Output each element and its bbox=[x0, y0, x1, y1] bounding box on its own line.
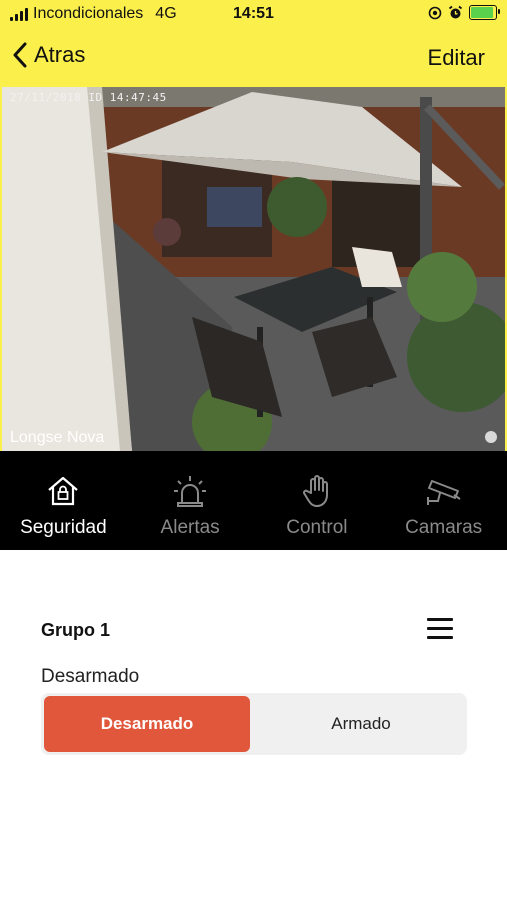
camera-name: Longse Nova bbox=[10, 429, 105, 446]
security-camera-icon bbox=[426, 480, 461, 505]
group-title: Grupo 1 bbox=[41, 620, 111, 640]
camera-feed[interactable]: 27/11/2018 ID 14:47:45 Longse Nova bbox=[0, 87, 507, 451]
status-bar: Incondicionales 4G 14:51 bbox=[0, 0, 507, 30]
arm-mode-segmented-control: Desarmado Armado bbox=[41, 693, 467, 755]
chevron-left-icon bbox=[13, 42, 27, 68]
house-lock-icon bbox=[48, 476, 79, 506]
tab-bar: Seguridad Alertas Control Camaras bbox=[0, 451, 507, 550]
tab-label: Camaras bbox=[405, 517, 483, 538]
tab-seguridad[interactable]: Seguridad bbox=[0, 451, 127, 550]
page-indicator-dot[interactable] bbox=[485, 431, 497, 443]
edit-button[interactable]: Editar bbox=[428, 45, 485, 71]
tab-label: Control bbox=[286, 517, 348, 538]
navigation-bar: Atras Editar bbox=[0, 30, 507, 87]
tab-label: Seguridad bbox=[20, 517, 107, 538]
disarm-button[interactable]: Desarmado bbox=[44, 696, 250, 752]
menu-icon[interactable] bbox=[427, 618, 453, 640]
camera-image bbox=[2, 87, 505, 451]
location-lock-icon bbox=[428, 6, 442, 19]
security-panel: Grupo 1 Desarmado Desarmado Armado bbox=[0, 550, 507, 900]
back-label: Atras bbox=[34, 42, 86, 67]
arm-button[interactable]: Armado bbox=[258, 696, 464, 752]
siren-icon bbox=[174, 476, 207, 507]
alarm-clock-icon bbox=[448, 5, 463, 19]
battery-charging-icon bbox=[469, 5, 500, 20]
camera-timestamp: 27/11/2018 ID 14:47:45 bbox=[10, 91, 167, 104]
alarm-state-label: Desarmado bbox=[41, 666, 140, 687]
tab-alertas[interactable]: Alertas bbox=[127, 451, 254, 550]
hand-icon bbox=[302, 475, 328, 507]
tab-control[interactable]: Control bbox=[254, 451, 381, 550]
back-button[interactable]: Atras bbox=[12, 42, 85, 68]
tab-label: Alertas bbox=[160, 517, 220, 538]
tab-camaras[interactable]: Camaras bbox=[380, 451, 507, 550]
